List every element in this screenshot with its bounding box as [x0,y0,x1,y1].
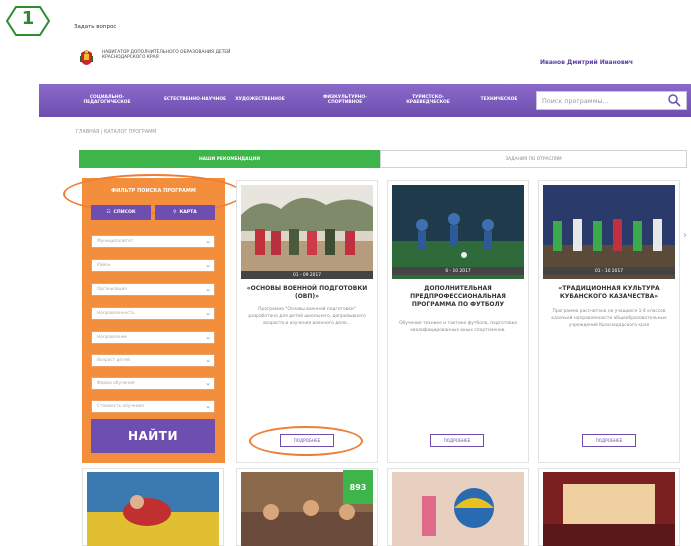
select-direction[interactable]: Направление ⌄ [91,331,215,344]
search-placeholder: Поиск программы... [542,97,609,105]
nav-item-social[interactable]: СОЦИАЛЬНО-ПЕДАГОГИЧЕСКОЕ [74,90,140,110]
select-form[interactable]: Форма обучения ⌄ [91,377,215,390]
list-view-button[interactable]: ☷ СПИСОК [91,205,151,220]
select-focus-value: Направленность [97,311,135,316]
card-title-2: ДОПОЛНИТЕЛЬНАЯ ПРЕДПРОФЕССИОНАЛЬНАЯ ПРОГ… [410,285,506,308]
card-desc-2: Обучение технике и тактике футбола, подг… [399,321,517,334]
chevron-down-icon: ⌄ [205,379,211,387]
select-cost[interactable]: Стоимость обучения ⌄ [91,400,215,413]
user-name-link[interactable]: Иванов Дмитрий Иванович [540,59,690,66]
chevron-down-icon: ⌄ [205,356,211,364]
select-district-value: Район [97,263,111,268]
chevron-down-icon: ⌄ [205,402,211,410]
card-date-1: 01 - 09 2017 [241,271,373,279]
chevron-down-icon: ⌄ [205,237,211,245]
card-photo-concert-hall [543,472,675,546]
breadcrumb[interactable]: ГЛАВНАЯ | КАТАЛОГ ПРОГРАММ [76,130,156,135]
search-icon[interactable] [667,93,681,107]
filter-highlight-ring [63,174,243,214]
card-desc-1: Программа "Основы военной подготовки" ра… [248,307,366,327]
card-desc-3: Программа рассчитана на учащихся 1-4 кла… [551,309,667,329]
chevron-down-icon: ⌄ [205,285,211,293]
select-organization[interactable]: Организация ⌄ [91,283,215,296]
nav-item-art[interactable]: ХУДОЖЕСТВЕННОЕ [228,90,292,110]
card-title-3: «ТРАДИЦИОННАЯ КУЛЬТУРА КУБАНСКОГО КАЗАЧЕ… [558,285,660,300]
map-pin-icon: ⚲ [173,210,177,215]
more-button-2[interactable]: ПОДРОБНЕЕ [430,434,484,447]
select-organization-value: Организация [97,287,127,292]
select-cost-value: Стоимость обучения [97,404,144,409]
chevron-right-icon[interactable]: › [683,230,687,241]
map-view-button[interactable]: ⚲ КАРТА [155,205,215,220]
card-date-3: 01 - 10 2017 [543,267,675,275]
card-photo-football [392,185,524,279]
select-form-value: Форма обучения [97,381,135,386]
list-view-label: СПИСОК [113,210,136,215]
chevron-down-icon: ⌄ [205,261,211,269]
nav-item-sport[interactable]: ФИЗКУЛЬТУРНО-СПОРТИВНОЕ [314,90,376,110]
coat-of-arms-logo [80,50,93,65]
chevron-down-icon: ⌄ [205,309,211,317]
select-age[interactable]: Возраст детей ⌄ [91,354,215,367]
nav-item-tourism[interactable]: ТУРИСТСКО-КРАЕВЕДЧЕСКОЕ [392,90,464,110]
ask-question-link[interactable]: Задать вопрос [74,24,116,30]
card-photo-military [241,185,373,279]
map-view-label: КАРТА [179,210,197,215]
card-title-1: «ОСНОВЫ ВОЕННОЙ ПОДГОТОВКИ (ОВП)» [246,285,368,300]
step-number: 1 [21,8,35,29]
select-municipality[interactable]: Муниципалитет ⌄ [91,235,215,248]
org-title: НАВИГАТОР ДОПОЛНИТЕЛЬНОГО ОБРАЗОВАНИЯ ДЕ… [102,50,231,61]
card-date-2: 6 - 10 2017 [392,267,524,275]
select-age-value: Возраст детей [97,358,131,363]
more-highlight-ring [249,426,363,456]
card-photo-kuban [543,185,675,279]
nav-item-science[interactable]: ЕСТЕСТВЕННО-НАУЧНОЕ [162,90,228,110]
select-focus[interactable]: Направленность ⌄ [91,307,215,320]
select-direction-value: Направление [97,335,128,340]
select-municipality-value: Муниципалитет [97,239,134,244]
count-badge: 893 [343,470,373,504]
list-icon: ☷ [106,210,111,215]
card-photo-wrestling [87,472,219,546]
tab-recommendations[interactable]: НАШИ РЕКОМЕНДАЦИИ [79,150,380,168]
tab-assignments[interactable]: ЗАДАНИЯ ПО ОТРАСЛЯМ [380,150,687,168]
find-button[interactable]: НАЙТИ [91,419,215,453]
card-photo-volleyball [392,472,524,546]
more-button-3[interactable]: ПОДРОБНЕЕ [582,434,636,447]
nav-item-technical[interactable]: ТЕХНИЧЕСКОЕ [468,90,530,110]
select-district[interactable]: Район ⌄ [91,259,215,272]
chevron-down-icon: ⌄ [205,333,211,341]
